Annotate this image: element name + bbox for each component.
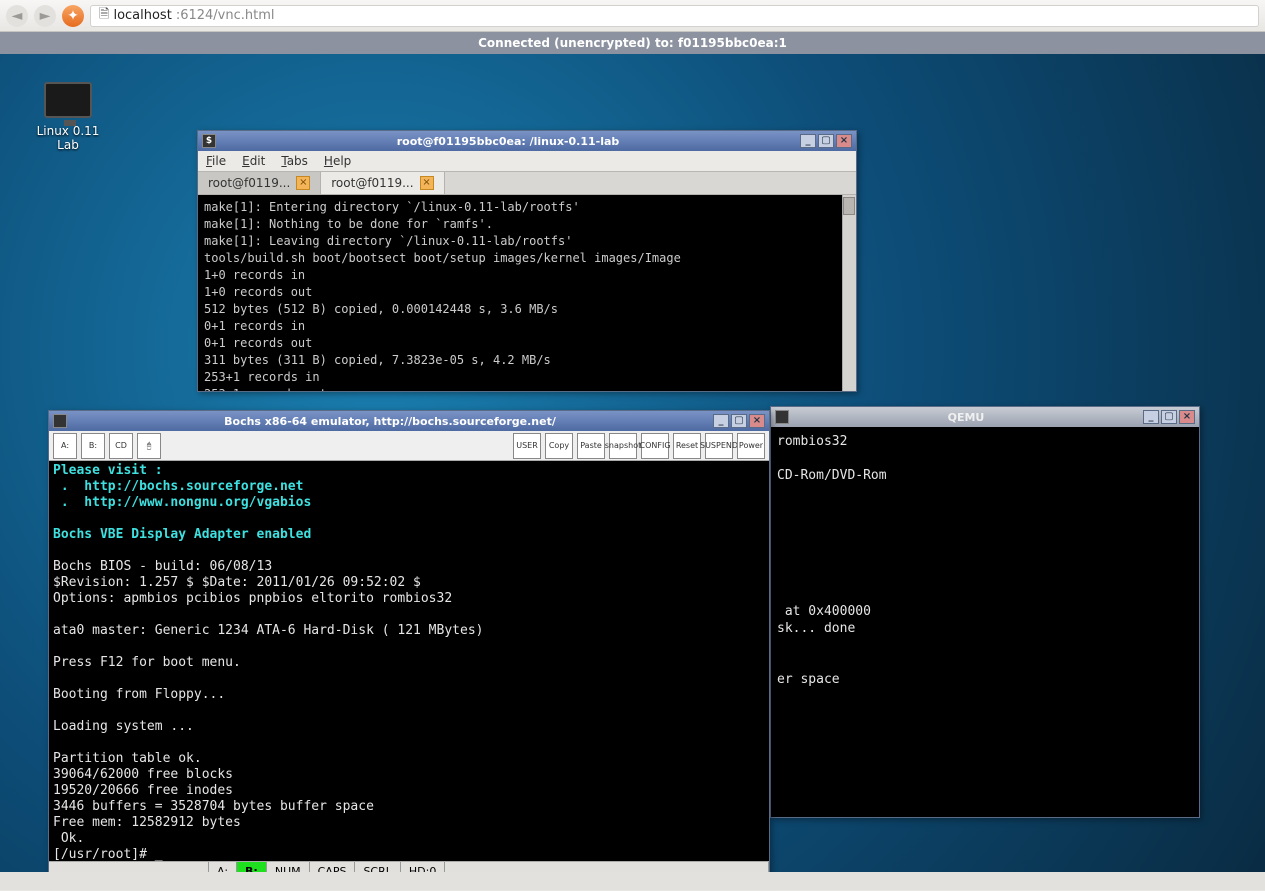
- vnc-viewport: Connected (unencrypted) to: f01195bbc0ea…: [0, 32, 1265, 891]
- menu-file[interactable]: File: [206, 154, 226, 168]
- minimize-button[interactable]: _: [713, 414, 729, 428]
- menu-help[interactable]: Help: [324, 154, 351, 168]
- config-button[interactable]: CONFIG: [641, 433, 669, 459]
- url-host: localhost: [113, 8, 171, 23]
- terminal-window[interactable]: $ root@f01195bbc0ea: /linux-0.11-lab _ ▢…: [197, 130, 857, 392]
- terminal-titlebar[interactable]: $ root@f01195bbc0ea: /linux-0.11-lab _ ▢…: [198, 131, 856, 151]
- remote-desktop[interactable]: Linux 0.11 Lab QEMU _ ▢ × rombios32 CD-R…: [0, 54, 1265, 890]
- bochs-banner-text: Please visit : . http://bochs.sourceforg…: [53, 463, 311, 542]
- close-button[interactable]: ×: [836, 134, 852, 148]
- scrollbar-thumb[interactable]: [843, 197, 855, 215]
- qemu-title: QEMU: [793, 411, 1139, 424]
- bochs-toolbar: A: B: CD 🖰 USER Copy Paste snapshot CONF…: [49, 431, 769, 461]
- desktop-taskbar: [0, 872, 1265, 890]
- vnc-status-banner: Connected (unencrypted) to: f01195bbc0ea…: [0, 32, 1265, 54]
- window-icon: [53, 414, 67, 428]
- terminal-title: root@f01195bbc0ea: /linux-0.11-lab: [220, 135, 796, 148]
- browser-toolbar: ◄ ► ✦ 🗎 localhost :6124/vnc.html: [0, 0, 1265, 32]
- bochs-title: Bochs x86-64 emulator, http://bochs.sour…: [71, 415, 709, 428]
- window-icon: [775, 410, 789, 424]
- snapshot-button[interactable]: snapshot: [609, 433, 637, 459]
- window-icon: $: [202, 134, 216, 148]
- minimize-button[interactable]: _: [1143, 410, 1159, 424]
- floppy-b-icon[interactable]: B:: [81, 433, 105, 459]
- qemu-titlebar[interactable]: QEMU _ ▢ ×: [771, 407, 1199, 427]
- qemu-console[interactable]: rombios32 CD-Rom/DVD-Rom at 0x400000 sk.…: [771, 427, 1199, 817]
- floppy-a-icon[interactable]: A:: [53, 433, 77, 459]
- user-button[interactable]: USER: [513, 433, 541, 459]
- bochs-titlebar[interactable]: Bochs x86-64 emulator, http://bochs.sour…: [49, 411, 769, 431]
- page-icon: 🗎: [99, 5, 109, 27]
- scrollbar[interactable]: [842, 195, 856, 391]
- suspend-button[interactable]: SUSPEND: [705, 433, 733, 459]
- url-bar[interactable]: 🗎 localhost :6124/vnc.html: [90, 5, 1259, 27]
- cdrom-icon[interactable]: CD: [109, 433, 133, 459]
- menu-tabs[interactable]: Tabs: [281, 154, 308, 168]
- tab-label: root@f0119...: [208, 176, 290, 190]
- terminal-tab-1[interactable]: root@f0119... ×: [198, 172, 321, 194]
- bochs-console[interactable]: Please visit : . http://bochs.sourceforg…: [49, 461, 769, 861]
- url-rest: :6124/vnc.html: [176, 8, 275, 23]
- reset-button[interactable]: Reset: [673, 433, 701, 459]
- close-button[interactable]: ×: [1179, 410, 1195, 424]
- maximize-button[interactable]: ▢: [731, 414, 747, 428]
- minimize-button[interactable]: _: [800, 134, 816, 148]
- bochs-boot-text: Bochs BIOS - build: 06/08/13 $Revision: …: [53, 559, 483, 862]
- qemu-window[interactable]: QEMU _ ▢ × rombios32 CD-Rom/DVD-Rom at 0…: [770, 406, 1200, 818]
- terminal-menubar: File Edit Tabs Help: [198, 151, 856, 172]
- desktop-icon-linux-lab[interactable]: Linux 0.11 Lab: [28, 82, 108, 152]
- menu-edit[interactable]: Edit: [242, 154, 265, 168]
- copy-button[interactable]: Copy: [545, 433, 573, 459]
- terminal-output[interactable]: make[1]: Entering directory `/linux-0.11…: [198, 195, 856, 391]
- close-button[interactable]: ×: [749, 414, 765, 428]
- power-button[interactable]: Power: [737, 433, 765, 459]
- paste-button[interactable]: Paste: [577, 433, 605, 459]
- monitor-icon: [44, 82, 92, 118]
- terminal-tabs: root@f0119... × root@f0119... ×: [198, 172, 856, 195]
- close-icon[interactable]: ×: [296, 176, 310, 190]
- maximize-button[interactable]: ▢: [1161, 410, 1177, 424]
- desktop-icon-label: Linux 0.11 Lab: [28, 124, 108, 152]
- home-button[interactable]: ✦: [62, 5, 84, 27]
- mouse-icon[interactable]: 🖰: [137, 433, 161, 459]
- close-icon[interactable]: ×: [420, 176, 434, 190]
- maximize-button[interactable]: ▢: [818, 134, 834, 148]
- terminal-tab-2[interactable]: root@f0119... ×: [321, 172, 444, 194]
- back-button[interactable]: ◄: [6, 5, 28, 27]
- tab-label: root@f0119...: [331, 176, 413, 190]
- forward-button[interactable]: ►: [34, 5, 56, 27]
- bochs-window[interactable]: Bochs x86-64 emulator, http://bochs.sour…: [48, 410, 770, 882]
